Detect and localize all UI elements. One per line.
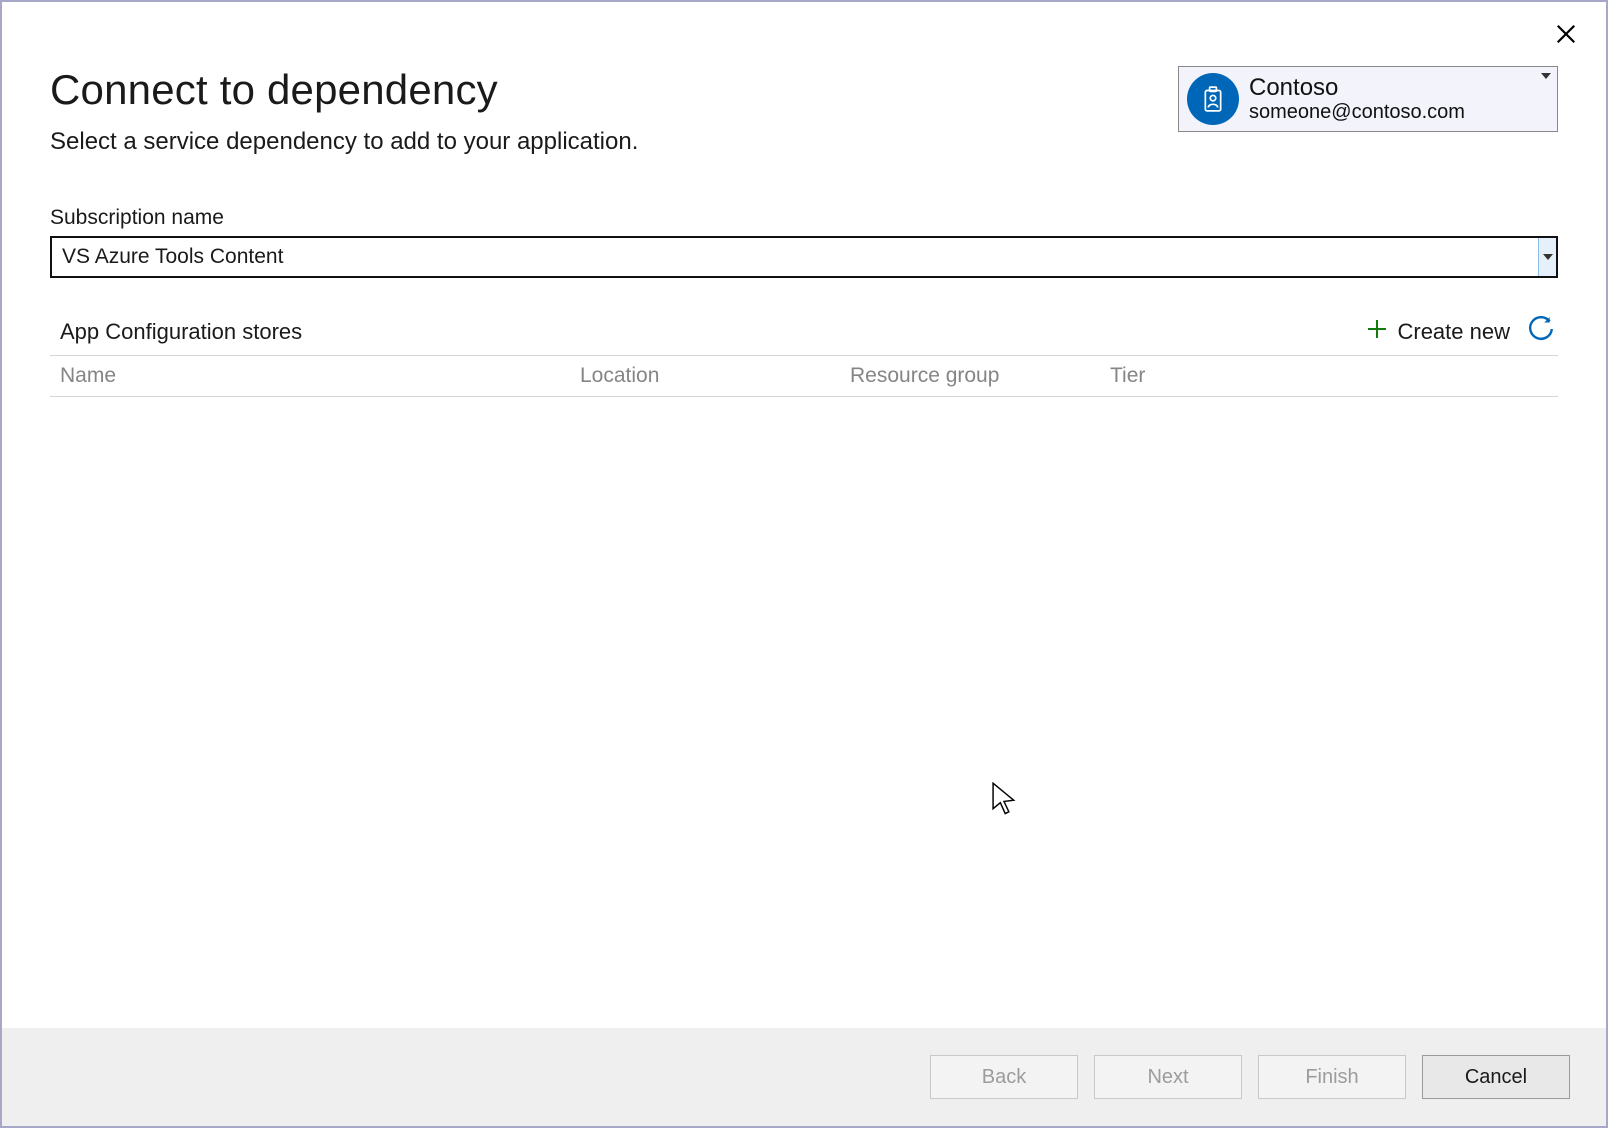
close-icon <box>1555 23 1577 50</box>
column-name: Name <box>60 364 580 388</box>
column-location: Location <box>580 364 850 388</box>
subscription-select[interactable]: VS Azure Tools Content <box>50 236 1558 278</box>
refresh-button[interactable] <box>1528 316 1554 347</box>
page-title: Connect to dependency <box>50 66 1178 114</box>
chevron-down-icon <box>1543 254 1553 260</box>
create-new-button[interactable]: Create new <box>1365 317 1510 346</box>
column-tier: Tier <box>1110 364 1548 388</box>
next-button[interactable]: Next <box>1094 1055 1242 1099</box>
cancel-button[interactable]: Cancel <box>1422 1055 1570 1099</box>
back-button[interactable]: Back <box>930 1055 1078 1099</box>
refresh-icon <box>1528 316 1554 347</box>
account-email: someone@contoso.com <box>1249 101 1465 124</box>
account-name: Contoso <box>1249 74 1465 102</box>
table-header: Name Location Resource group Tier <box>50 356 1558 397</box>
badge-icon <box>1187 73 1239 125</box>
subscription-label: Subscription name <box>50 206 1558 230</box>
plus-icon <box>1365 317 1389 346</box>
page-subtitle: Select a service dependency to add to yo… <box>50 128 1178 156</box>
account-picker[interactable]: Contoso someone@contoso.com <box>1178 66 1558 132</box>
section-title: App Configuration stores <box>60 319 302 345</box>
connect-dependency-dialog: Connect to dependency Select a service d… <box>0 0 1608 1128</box>
chevron-down-icon <box>1541 73 1551 79</box>
subscription-value: VS Azure Tools Content <box>62 245 283 269</box>
wizard-footer: Back Next Finish Cancel <box>2 1028 1606 1126</box>
close-button[interactable] <box>1550 20 1582 52</box>
finish-button[interactable]: Finish <box>1258 1055 1406 1099</box>
create-new-label: Create new <box>1397 319 1510 345</box>
cursor-icon <box>990 782 1018 821</box>
column-resource-group: Resource group <box>850 364 1110 388</box>
dropdown-button[interactable] <box>1538 238 1556 276</box>
